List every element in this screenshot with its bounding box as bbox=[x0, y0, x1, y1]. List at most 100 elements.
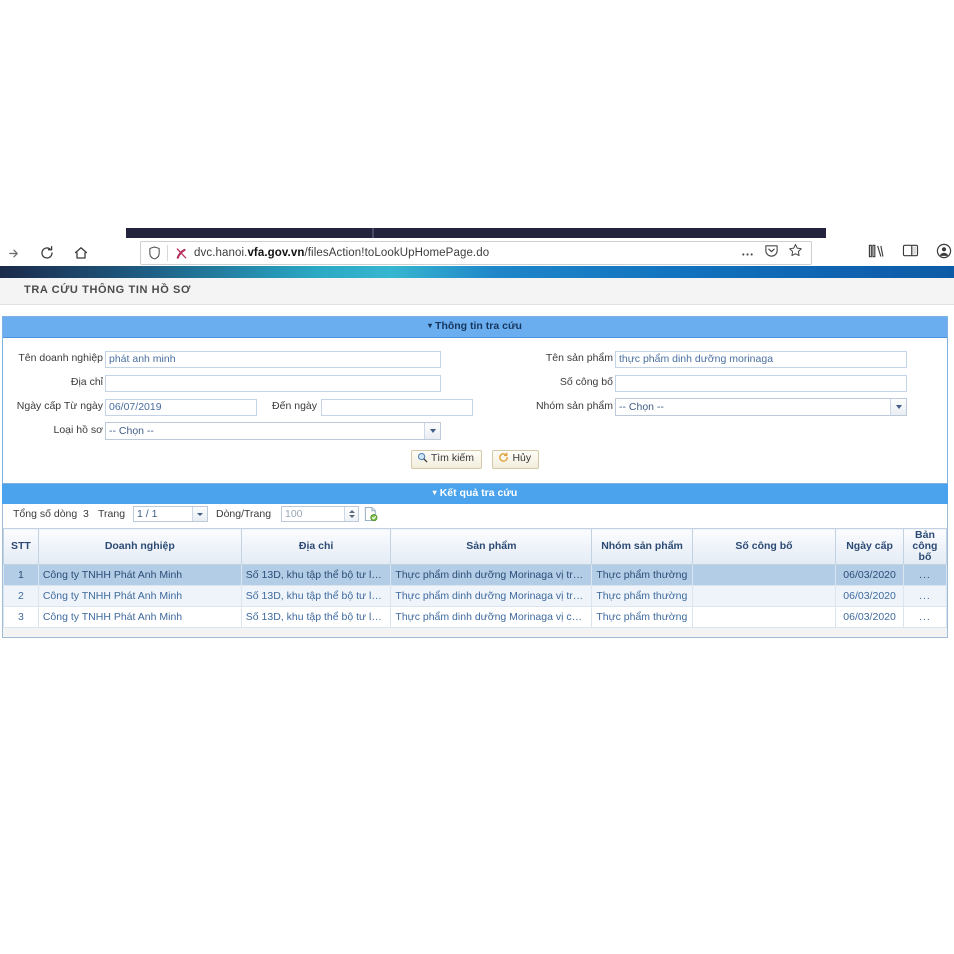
results-container: Tổng số dòng 3 Trang 1 / 1 Dòng/Trang 10… bbox=[2, 504, 948, 638]
ngay-cap-tu-ngay-input[interactable]: 06/07/2019 bbox=[105, 399, 257, 416]
cell-so-cong-bo bbox=[691, 564, 837, 586]
cell-stt: 2 bbox=[3, 585, 39, 607]
total-rows-label: Tổng số dòng bbox=[13, 508, 78, 520]
page-title-bar: TRA CỨU THÔNG TIN HỒ SƠ bbox=[0, 278, 954, 305]
chevron-down-icon[interactable] bbox=[890, 399, 906, 415]
col-dia-chi[interactable]: Địa chỉ bbox=[240, 528, 392, 565]
cell-dia-chi: Số 13D, khu tập thể bộ tư lệnh t... bbox=[240, 564, 392, 586]
reload-icon[interactable] bbox=[36, 242, 58, 264]
rows-per-page-stepper[interactable]: 100 bbox=[281, 506, 359, 522]
loai-ho-so-selected-value: -- Chọn -- bbox=[109, 425, 154, 437]
cancel-button[interactable]: Hủy bbox=[492, 450, 540, 469]
url-prefix: dvc.hanoi. bbox=[194, 247, 248, 259]
results-panel-header[interactable]: ▾ Kết quả tra cứu bbox=[2, 484, 948, 504]
tab-separator bbox=[372, 228, 374, 238]
more-options-icon[interactable] bbox=[740, 244, 755, 262]
chevron-down-icon: ▾ bbox=[432, 488, 437, 497]
ngay-cap-tu-ngay-label: Ngày cấp Từ ngày bbox=[16, 400, 103, 412]
dia-chi-input[interactable] bbox=[105, 375, 441, 392]
so-cong-bo-label: Số công bố bbox=[559, 376, 613, 388]
cell-san-pham[interactable]: Thực phẩm dinh dưỡng Morinaga vị trà sữa… bbox=[390, 585, 593, 607]
forward-arrow-icon[interactable] bbox=[2, 242, 24, 264]
col-san-pham[interactable]: Sản phẩm bbox=[390, 528, 593, 565]
nhom-san-pham-label: Nhóm sản phẩm bbox=[535, 400, 613, 412]
cell-san-pham[interactable]: Thực phẩm dinh dưỡng Morinaga vị cà phê.… bbox=[390, 606, 593, 628]
col-so-cong-bo[interactable]: Số công bố bbox=[691, 528, 837, 565]
browser-tabstrip[interactable] bbox=[126, 228, 826, 238]
cell-nhom-san-pham: Thực phẩm thường bbox=[591, 564, 693, 586]
dia-chi-label: Địa chỉ bbox=[70, 376, 103, 388]
library-icon[interactable] bbox=[868, 243, 885, 264]
page-select-value: 1 / 1 bbox=[137, 508, 158, 520]
export-excel-icon[interactable] bbox=[363, 506, 378, 525]
col-nhom-san-pham[interactable]: Nhóm sản phẩm bbox=[591, 528, 693, 565]
page-select[interactable]: 1 / 1 bbox=[133, 506, 208, 522]
ten-doanh-nghiep-label: Tên doanh nghiệp bbox=[18, 352, 103, 364]
nhom-san-pham-select[interactable]: -- Chọn -- bbox=[615, 398, 907, 416]
col-doanh-nghiep[interactable]: Doanh nghiệp bbox=[37, 528, 242, 565]
browser-toolbar: dvc.hanoi.vfa.gov.vn/filesAction!toLookU… bbox=[0, 238, 954, 268]
total-rows-value: 3 bbox=[83, 508, 89, 520]
col-ngay-cap[interactable]: Ngày cấp bbox=[835, 528, 904, 565]
form-actions: Tìm kiếm Hủy bbox=[3, 444, 947, 477]
bookmark-star-icon[interactable] bbox=[788, 243, 803, 263]
search-panel-header[interactable]: ▾ Thông tin tra cứu bbox=[3, 317, 947, 338]
url-path: /filesAction!toLookUpHomePage.do bbox=[304, 247, 490, 259]
results-table: STT Doanh nghiệp Địa chỉ Sản phẩm Nhóm s… bbox=[3, 528, 948, 628]
screenshot-root: dvc.hanoi.vfa.gov.vn/filesAction!toLookU… bbox=[0, 0, 954, 954]
search-button-label: Tìm kiếm bbox=[430, 452, 475, 464]
pagination-bar: Tổng số dòng 3 Trang 1 / 1 Dòng/Trang 10… bbox=[3, 504, 947, 528]
stepper-arrows[interactable] bbox=[344, 507, 358, 521]
home-icon[interactable] bbox=[70, 242, 92, 264]
cell-stt: 3 bbox=[3, 606, 39, 628]
form-row-1: Tên doanh nghiệp phát anh minh Tên sản p… bbox=[3, 348, 947, 372]
address-bar[interactable]: dvc.hanoi.vfa.gov.vn/filesAction!toLookU… bbox=[140, 241, 812, 265]
col-ban-cong-bo[interactable]: Bản công bố bbox=[902, 528, 948, 565]
chevron-down-icon[interactable] bbox=[192, 507, 207, 521]
navigation-buttons bbox=[0, 238, 92, 268]
ten-san-pham-input[interactable]: thực phẩm dinh dưỡng morinaga bbox=[615, 351, 907, 368]
form-row-4: Loại hồ sơ -- Chọn -- bbox=[3, 420, 947, 444]
cell-ban-cong-bo[interactable]: ... bbox=[902, 564, 948, 586]
form-row-3: Ngày cấp Từ ngày 06/07/2019 Đến ngày Nhó… bbox=[3, 396, 947, 420]
table-row[interactable]: 2 Công ty TNHH Phát Anh Minh Số 13D, khu… bbox=[3, 585, 948, 607]
cell-so-cong-bo bbox=[691, 606, 837, 628]
cell-san-pham[interactable]: Thực phẩm dinh dưỡng Morinaga vị trà xa.… bbox=[390, 564, 593, 586]
so-cong-bo-input[interactable] bbox=[615, 375, 907, 392]
shield-icon[interactable] bbox=[141, 246, 167, 260]
cell-ban-cong-bo[interactable]: ... bbox=[902, 606, 948, 628]
cell-ngay-cap: 06/03/2020 bbox=[835, 585, 904, 607]
table-row[interactable]: 3 Công ty TNHH Phát Anh Minh Số 13D, khu… bbox=[3, 606, 948, 628]
save-to-pocket-icon[interactable] bbox=[764, 243, 779, 263]
sidebar-icon[interactable] bbox=[902, 243, 919, 263]
account-icon[interactable] bbox=[936, 243, 952, 264]
url-domain: vfa.gov.vn bbox=[247, 247, 305, 259]
cell-nhom-san-pham: Thực phẩm thường bbox=[591, 585, 693, 607]
site-gradient-banner bbox=[0, 266, 954, 278]
results-panel-header-label: Kết quả tra cứu bbox=[439, 487, 518, 499]
page-label: Trang bbox=[98, 508, 126, 520]
rows-per-page-label: Dòng/Trang bbox=[216, 508, 272, 520]
results-footer-spacer bbox=[3, 628, 947, 637]
search-button[interactable]: Tìm kiếm bbox=[410, 450, 483, 469]
cell-dia-chi: Số 13D, khu tập thể bộ tư lệnh t... bbox=[240, 606, 392, 628]
cell-ban-cong-bo[interactable]: ... bbox=[902, 585, 948, 607]
ten-doanh-nghiep-input[interactable]: phát anh minh bbox=[105, 351, 441, 368]
table-header-row: STT Doanh nghiệp Địa chỉ Sản phẩm Nhóm s… bbox=[3, 528, 948, 565]
magnifier-icon bbox=[417, 452, 428, 466]
cell-stt: 1 bbox=[3, 564, 39, 586]
loai-ho-so-select[interactable]: -- Chọn -- bbox=[105, 422, 441, 440]
cell-doanh-nghiep[interactable]: Công ty TNHH Phát Anh Minh bbox=[37, 564, 242, 586]
chevron-down-icon[interactable] bbox=[424, 423, 440, 439]
col-stt[interactable]: STT bbox=[3, 528, 39, 565]
cell-ngay-cap: 06/03/2020 bbox=[835, 564, 904, 586]
ten-san-pham-label: Tên sản phẩm bbox=[545, 352, 613, 364]
browser-right-toolbar bbox=[868, 242, 952, 264]
chevron-down-icon: ▾ bbox=[428, 321, 433, 330]
den-ngay-input[interactable] bbox=[321, 399, 473, 416]
table-row[interactable]: 1 Công ty TNHH Phát Anh Minh Số 13D, khu… bbox=[3, 564, 948, 586]
tracker-protection-icon[interactable] bbox=[168, 246, 194, 261]
page-title: TRA CỨU THÔNG TIN HỒ SƠ bbox=[24, 284, 191, 296]
cell-doanh-nghiep[interactable]: Công ty TNHH Phát Anh Minh bbox=[37, 585, 242, 607]
cell-doanh-nghiep[interactable]: Công ty TNHH Phát Anh Minh bbox=[37, 606, 242, 628]
